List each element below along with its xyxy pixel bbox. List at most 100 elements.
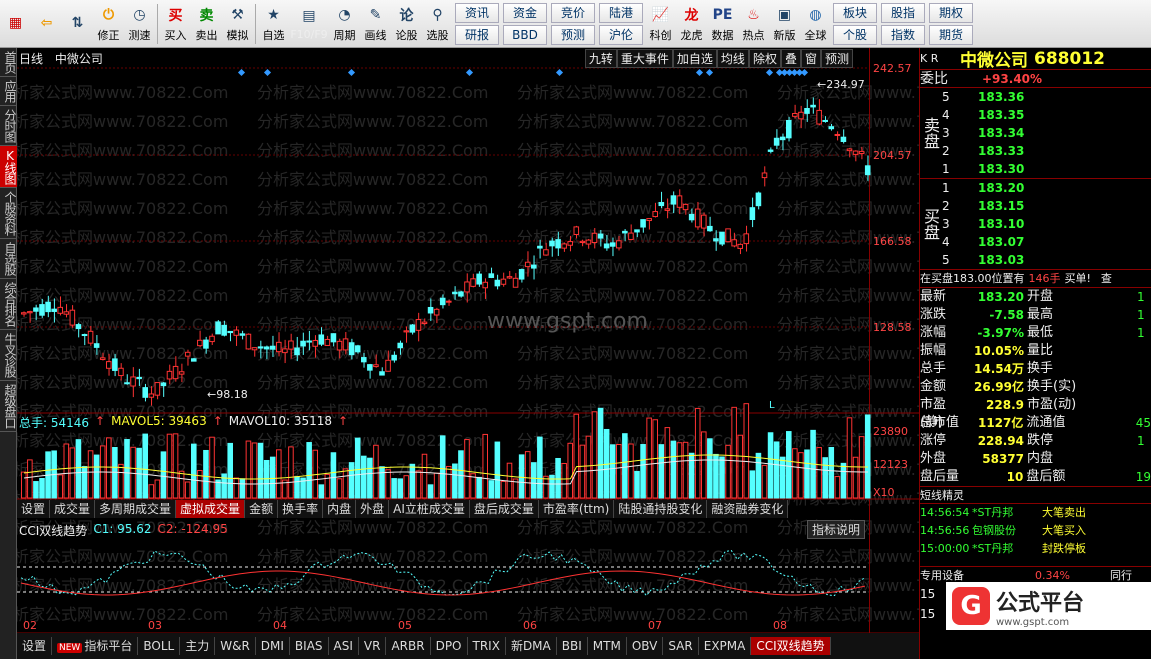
bottom-tab-3[interactable]: 主力 bbox=[180, 637, 216, 655]
leftnav-item-1[interactable]: 应用 bbox=[0, 77, 17, 106]
bottom-tab-14[interactable]: MTM bbox=[588, 637, 627, 655]
bottom-tab-5[interactable]: DMI bbox=[256, 637, 290, 655]
chart-menu-3[interactable]: 均线 bbox=[716, 49, 749, 68]
indicator-tab-12[interactable]: 融资融券变化 bbox=[707, 500, 789, 518]
toolbar-button-12[interactable]: 论论股 bbox=[391, 1, 422, 47]
indicator-tab-4[interactable]: 金额 bbox=[245, 500, 279, 518]
sell-level-4[interactable]: 1 183.30 bbox=[942, 160, 1024, 178]
sell-level-0[interactable]: 5 183.36 bbox=[942, 88, 1024, 106]
indicator-tab-0[interactable]: 设置 bbox=[17, 500, 51, 518]
toolbar-button-3[interactable]: ⏻ 修正 bbox=[93, 1, 124, 47]
chart-menu-7[interactable]: 预测 bbox=[820, 49, 853, 68]
buy-level-2[interactable]: 3 183.10 bbox=[942, 215, 1024, 233]
toolbar2-button-1[interactable]: 龙龙虎 bbox=[676, 1, 707, 47]
bottom-tab-8[interactable]: VR bbox=[359, 637, 387, 655]
toolbar-text-button[interactable]: 陆港 bbox=[599, 2, 643, 23]
bottom-tab-2[interactable]: BOLL bbox=[138, 637, 181, 655]
toolbar-text-button[interactable]: 竞价 bbox=[551, 2, 595, 23]
leftnav-item-2[interactable]: 分时图 bbox=[0, 106, 17, 146]
toolbar-text-button[interactable]: 期权 bbox=[929, 2, 973, 23]
chart-menu-1[interactable]: 重大事件 bbox=[616, 49, 673, 68]
kline-chart-area[interactable]: 分析家公式网www.70822.Com 分析家公式网www.70822.Com 分析… bbox=[0, 48, 1008, 653]
bottom-tab-12[interactable]: 新DMA bbox=[506, 637, 557, 655]
toolbar-button-9[interactable]: ▤ F10/F9 bbox=[289, 1, 329, 47]
bottom-tab-13[interactable]: BBI bbox=[557, 637, 588, 655]
toolbar-button-7[interactable]: ⚒ 模拟 bbox=[222, 1, 253, 47]
toolbar-button-2[interactable]: ⇅ bbox=[62, 1, 93, 47]
chart-menu-2[interactable]: 加自选 bbox=[672, 49, 717, 68]
bottom-tab-4[interactable]: W&R bbox=[215, 637, 256, 655]
event-row-2[interactable]: 15:00:00 *ST丹邦 封跌停板 bbox=[920, 540, 1151, 558]
toolbar-text-button[interactable]: 指数 bbox=[881, 24, 925, 45]
sell-level-1[interactable]: 4 183.35 bbox=[942, 106, 1025, 124]
toolbar-text-button[interactable]: BBD bbox=[503, 24, 547, 45]
leftnav-item-5[interactable]: 自选股 bbox=[0, 239, 17, 279]
chart-menu-0[interactable]: 九转 bbox=[584, 49, 617, 68]
indicator-tab-11[interactable]: 陆股通持股变化 bbox=[614, 500, 708, 518]
leftnav-item-8[interactable]: 超级盘口 bbox=[0, 381, 17, 432]
toolbar-button-0[interactable]: ▦ bbox=[0, 1, 31, 47]
toolbar2-button-5[interactable]: ◍ 全球 bbox=[800, 1, 831, 47]
kline-chart-svg[interactable]: 分析家公式网www.70822.Com 分析家公式网www.70822.Com 分析… bbox=[0, 48, 1008, 653]
bottom-tab-0[interactable]: 设置 bbox=[17, 637, 53, 655]
buy-level-0[interactable]: 1 183.20 bbox=[942, 179, 1024, 197]
bottom-tab-1[interactable]: NEW 指标平台 bbox=[52, 637, 139, 655]
toolbar-text-button[interactable]: 研报 bbox=[455, 24, 499, 45]
event-row-1[interactable]: 14:56:56 包钢股份 大笔买入 bbox=[920, 522, 1151, 540]
indicator-tab-3[interactable]: 虚拟成交量 bbox=[176, 500, 246, 518]
toolbar-text-button[interactable]: 资金 bbox=[503, 2, 547, 23]
bottom-tab-7[interactable]: ASI bbox=[329, 637, 359, 655]
indicator-tab-6[interactable]: 内盘 bbox=[323, 500, 357, 518]
indicator-tab-5[interactable]: 换手率 bbox=[278, 500, 324, 518]
toolbar-text-button[interactable]: 板块 bbox=[833, 2, 877, 23]
buy-level-4[interactable]: 5 183.03 bbox=[942, 251, 1024, 269]
toolbar-button-5[interactable]: 买买入 bbox=[160, 1, 191, 47]
toolbar-button-8[interactable]: ★ 自选 bbox=[258, 1, 289, 47]
toolbar-text-button[interactable]: 股指 bbox=[881, 2, 925, 23]
toolbar-text-button[interactable]: 资讯 bbox=[455, 2, 499, 23]
bottom-tab-18[interactable]: CCI双线趋势 bbox=[751, 637, 831, 655]
leftnav-item-7[interactable]: 牛叉诊股 bbox=[0, 330, 17, 381]
buy-level-3[interactable]: 4 183.07 bbox=[942, 233, 1024, 251]
bottom-tab-17[interactable]: EXPMA bbox=[699, 637, 752, 655]
bottom-tab-11[interactable]: TRIX bbox=[468, 637, 506, 655]
bottom-tab-9[interactable]: ARBR bbox=[386, 637, 431, 655]
toolbar-button-1[interactable]: ⇦ bbox=[31, 1, 62, 47]
indicator-tab-7[interactable]: 外盘 bbox=[356, 500, 390, 518]
bottom-tab-6[interactable]: BIAS bbox=[290, 637, 329, 655]
chart-menu-5[interactable]: 叠 bbox=[780, 49, 801, 68]
bid-query-button[interactable]: 查 bbox=[1101, 270, 1112, 287]
indicator-tab-1[interactable]: 成交量 bbox=[50, 500, 96, 518]
toolbar-button-10[interactable]: ◔ 周期 bbox=[329, 1, 360, 47]
leftnav-item-0[interactable]: 首页 bbox=[0, 48, 17, 77]
bottom-tab-15[interactable]: OBV bbox=[627, 637, 664, 655]
indicator-tab-9[interactable]: 盘后成交量 bbox=[470, 500, 539, 518]
toolbar-text-button[interactable]: 期货 bbox=[929, 24, 973, 45]
chart-menu-6[interactable]: 窗 bbox=[800, 49, 821, 68]
toolbar-button-11[interactable]: ✎ 画线 bbox=[360, 1, 391, 47]
leftnav-item-4[interactable]: 个股资料 bbox=[0, 188, 17, 239]
indicator-tab-2[interactable]: 多周期成交量 bbox=[95, 500, 177, 518]
leftnav-item-3[interactable]: K线图 bbox=[0, 146, 17, 188]
buy-level-1[interactable]: 2 183.15 bbox=[942, 197, 1024, 215]
toolbar2-button-0[interactable]: 📈 科创 bbox=[645, 1, 676, 47]
chart-menu-4[interactable]: 除权 bbox=[748, 49, 781, 68]
leftnav-item-6[interactable]: 综合排名 bbox=[0, 279, 17, 330]
indicator-explain-button[interactable]: 指标说明 bbox=[806, 520, 865, 539]
indicator-tab-10[interactable]: 市盈率(ttm) bbox=[539, 500, 615, 518]
toolbar-text-button[interactable]: 预测 bbox=[551, 24, 595, 45]
sell-level-2[interactable]: 3 183.34 bbox=[942, 124, 1024, 142]
bottom-tab-10[interactable]: DPO bbox=[431, 637, 468, 655]
toolbar-text-button[interactable]: 沪伦 bbox=[599, 24, 643, 45]
event-row-0[interactable]: 14:56:54 *ST丹邦 大笔卖出 bbox=[920, 504, 1151, 522]
toolbar-button-6[interactable]: 卖卖出 bbox=[191, 1, 222, 47]
toolbar2-button-4[interactable]: ▣ 新版 bbox=[769, 1, 800, 47]
sell-level-3[interactable]: 2 183.33 bbox=[942, 142, 1024, 160]
toolbar-text-button[interactable]: 个股 bbox=[833, 24, 877, 45]
toolbar2-button-3[interactable]: ♨ 热点 bbox=[738, 1, 769, 47]
bottom-tab-16[interactable]: SAR bbox=[663, 637, 699, 655]
toolbar-button-4[interactable]: ◷ 测速 bbox=[124, 1, 155, 47]
indicator-tab-8[interactable]: AI立桩成交量 bbox=[389, 500, 470, 518]
toolbar2-button-2[interactable]: PE 数据 bbox=[707, 1, 738, 47]
toolbar-button-13[interactable]: ⚲ 选股 bbox=[422, 1, 453, 47]
